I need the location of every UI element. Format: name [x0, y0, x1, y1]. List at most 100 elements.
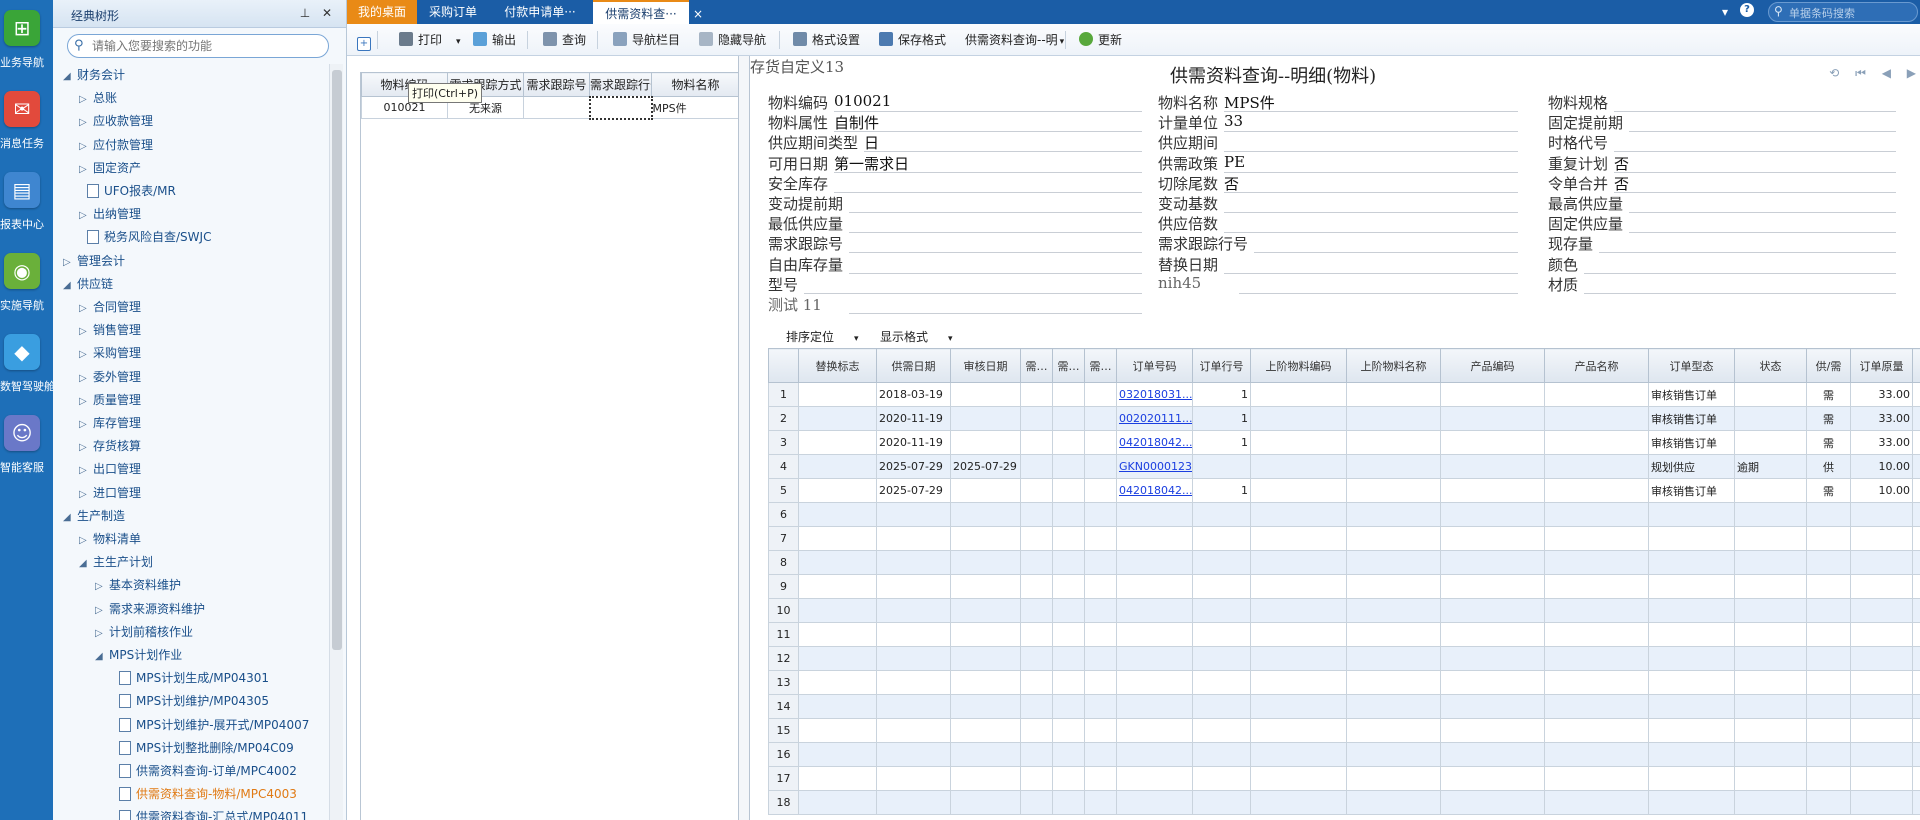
- chevron-down-icon[interactable]: ▾: [456, 37, 461, 47]
- expanded-arrow-icon[interactable]: ◢: [79, 553, 93, 575]
- detail-grid-cell[interactable]: [1020, 646, 1053, 671]
- detail-grid-cell[interactable]: [950, 790, 1021, 815]
- detail-grid-cell[interactable]: 2025-07-29: [876, 454, 951, 479]
- detail-grid-cell[interactable]: 2020-11-19: [876, 406, 951, 431]
- detail-grid-cell[interactable]: [1250, 622, 1347, 647]
- expanded-arrow-icon[interactable]: ◢: [95, 646, 109, 668]
- collapsed-arrow-icon[interactable]: ▷: [79, 368, 93, 390]
- tree-item[interactable]: UFO报表/MR: [87, 180, 176, 202]
- detail-grid-cell[interactable]: [1440, 694, 1545, 719]
- item-grid-cell[interactable]: [588, 95, 653, 120]
- table-row[interactable]: 13: [768, 670, 1920, 695]
- detail-grid-cell[interactable]: [1912, 670, 1920, 695]
- detail-grid-cell[interactable]: 10.00: [1850, 454, 1913, 479]
- detail-grid-cell[interactable]: [1734, 430, 1807, 455]
- detail-grid-cell[interactable]: [1440, 526, 1545, 551]
- detail-grid-cell[interactable]: 审核销售订单: [1648, 478, 1735, 503]
- detail-grid-cell[interactable]: [876, 502, 951, 527]
- tree-item[interactable]: ▷ 委外管理: [79, 366, 141, 388]
- table-row[interactable]: 2 2020-11-19 002020111... 1 审核销售订单 需 33.00: [768, 406, 1920, 431]
- detail-grid-cell[interactable]: [1250, 574, 1347, 599]
- detail-grid-cell[interactable]: [1192, 718, 1251, 743]
- detail-grid-cell[interactable]: [1084, 478, 1117, 503]
- tree-item[interactable]: 供需资料查询-物料/MPC4003: [119, 783, 297, 805]
- detail-grid-cell[interactable]: [1346, 646, 1441, 671]
- detail-grid-cell[interactable]: [1440, 430, 1545, 455]
- detail-grid-cell[interactable]: [950, 406, 1021, 431]
- detail-grid-header[interactable]: 供需日期: [876, 348, 951, 383]
- close-icon[interactable]: ✕: [319, 5, 335, 21]
- tree-item[interactable]: ◢ 财务会计: [63, 64, 125, 86]
- detail-grid-cell[interactable]: [1648, 766, 1735, 791]
- collapsed-arrow-icon[interactable]: ▷: [79, 321, 93, 343]
- detail-grid-cell[interactable]: [1084, 694, 1117, 719]
- rail-item-1[interactable]: ✉ 消息任务: [0, 87, 53, 167]
- detail-grid-cell[interactable]: [1052, 574, 1085, 599]
- detail-grid-cell[interactable]: [798, 718, 877, 743]
- collapsed-arrow-icon[interactable]: ▷: [79, 205, 93, 227]
- detail-grid-cell[interactable]: [950, 430, 1021, 455]
- tree-item[interactable]: ▷ 应付款管理: [79, 134, 153, 156]
- detail-grid-cell[interactable]: [1346, 598, 1441, 623]
- collapsed-arrow-icon[interactable]: ▷: [63, 252, 77, 274]
- detail-grid-cell[interactable]: [1806, 550, 1851, 575]
- detail-grid-cell[interactable]: [1020, 574, 1053, 599]
- hide-nav-button[interactable]: 隐藏导航: [699, 30, 766, 50]
- detail-grid-cell[interactable]: [1806, 718, 1851, 743]
- item-grid-header[interactable]: 物料名称: [651, 72, 740, 97]
- detail-grid-cell[interactable]: [1912, 766, 1920, 791]
- detail-grid-cell[interactable]: [950, 670, 1021, 695]
- detail-grid-cell[interactable]: [1250, 742, 1347, 767]
- detail-grid-cell[interactable]: 2025-07-29: [950, 454, 1021, 479]
- detail-grid-cell[interactable]: [1116, 550, 1193, 575]
- detail-grid-cell[interactable]: [1192, 670, 1251, 695]
- detail-grid-cell[interactable]: [1052, 622, 1085, 647]
- table-row[interactable]: 12: [768, 646, 1920, 671]
- detail-grid-cell[interactable]: [1116, 790, 1193, 815]
- prev-record-icon[interactable]: ◀: [1882, 66, 1891, 80]
- rail-item-5[interactable]: ☺ 智能客服: [0, 411, 53, 491]
- detail-grid-cell[interactable]: [1052, 550, 1085, 575]
- tree-item[interactable]: MPS计划维护/MP04305: [119, 690, 269, 712]
- detail-grid-cell[interactable]: [798, 598, 877, 623]
- display-format-dropdown[interactable]: 显示格式 ▾: [880, 328, 953, 345]
- detail-grid-cell[interactable]: [1544, 766, 1649, 791]
- detail-grid-cell[interactable]: [1544, 550, 1649, 575]
- detail-grid-header[interactable]: 订单号码: [1116, 348, 1193, 383]
- row-number[interactable]: 15: [768, 718, 799, 743]
- export-button[interactable]: 输出: [473, 30, 516, 50]
- detail-grid-cell[interactable]: [1912, 574, 1920, 599]
- detail-grid-cell[interactable]: 审核销售订单: [1648, 406, 1735, 431]
- row-number[interactable]: 18: [768, 790, 799, 815]
- detail-grid-cell[interactable]: [798, 406, 877, 431]
- detail-grid-cell[interactable]: [1912, 598, 1920, 623]
- detail-grid-cell[interactable]: [1544, 646, 1649, 671]
- detail-grid-cell[interactable]: 审核销售订单: [1648, 430, 1735, 455]
- detail-grid-cell[interactable]: [798, 430, 877, 455]
- row-number[interactable]: 8: [768, 550, 799, 575]
- detail-grid-cell[interactable]: [950, 718, 1021, 743]
- rail-item-0[interactable]: ⊞ 业务导航: [0, 6, 53, 86]
- detail-grid-cell[interactable]: [1440, 646, 1545, 671]
- detail-grid-cell[interactable]: [1020, 454, 1053, 479]
- detail-grid-cell[interactable]: [950, 478, 1021, 503]
- detail-grid-cell[interactable]: [950, 646, 1021, 671]
- tree-item[interactable]: 供需资料查询-汇总式/MP04011: [119, 806, 308, 820]
- detail-grid-cell[interactable]: [876, 694, 951, 719]
- detail-grid-cell[interactable]: [1192, 526, 1251, 551]
- detail-grid-cell[interactable]: [876, 646, 951, 671]
- detail-grid-cell[interactable]: [1020, 382, 1053, 407]
- detail-grid-cell[interactable]: [1052, 454, 1085, 479]
- detail-grid-cell[interactable]: [1192, 646, 1251, 671]
- detail-grid-cell[interactable]: [1912, 718, 1920, 743]
- detail-grid-cell[interactable]: [1192, 454, 1251, 479]
- detail-grid-cell[interactable]: [1020, 406, 1053, 431]
- detail-grid-cell[interactable]: [1544, 790, 1649, 815]
- detail-grid-cell[interactable]: [1084, 382, 1117, 407]
- detail-grid-cell[interactable]: [876, 622, 951, 647]
- detail-grid-cell[interactable]: [1912, 622, 1920, 647]
- detail-grid-cell[interactable]: [1250, 382, 1347, 407]
- detail-grid-cell[interactable]: [1734, 718, 1807, 743]
- detail-grid-cell[interactable]: [950, 694, 1021, 719]
- detail-grid-cell[interactable]: [1346, 550, 1441, 575]
